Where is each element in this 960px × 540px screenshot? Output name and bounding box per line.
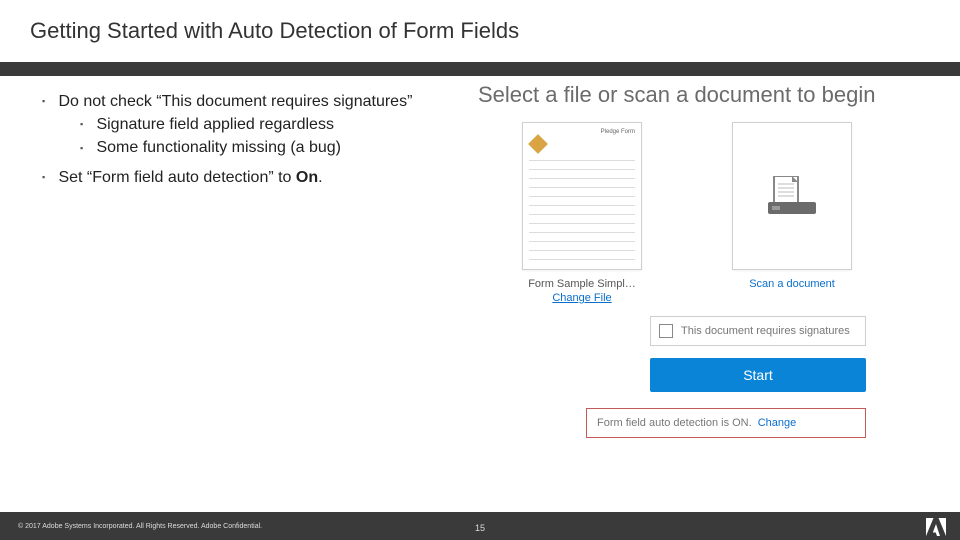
doc-badge-icon xyxy=(528,134,548,154)
scan-thumbnail xyxy=(732,122,852,270)
bullet-marker-icon: ▪ xyxy=(42,95,54,108)
panel-heading: Select a file or scan a document to begi… xyxy=(478,82,938,108)
bullet-marker-icon: ▪ xyxy=(42,171,54,184)
scan-card-label: Scan a document xyxy=(749,278,835,290)
bullet-1-text: Do not check “This document requires sig… xyxy=(58,93,412,110)
adobe-logo-icon xyxy=(926,518,946,536)
file-thumbnail: Pledge Form xyxy=(522,122,642,270)
bullet-marker-icon: ▪ xyxy=(80,118,92,131)
bullet-2-suffix: . xyxy=(318,169,322,186)
content-area: ▪ Do not check “This document requires s… xyxy=(0,76,960,512)
file-card[interactable]: Pledge Form Form Sample Simpl… Change Fi… xyxy=(512,122,652,304)
scanner-icon xyxy=(768,176,816,216)
bullet-marker-icon: ▪ xyxy=(80,142,92,155)
bullet-1-1-text: Signature field applied regardless xyxy=(96,116,333,133)
signatures-checkbox-label: This document requires signatures xyxy=(681,325,850,337)
auto-detect-change-link[interactable]: Change xyxy=(758,417,797,429)
footer-bar: © 2017 Adobe Systems Incorporated. All R… xyxy=(0,512,960,540)
doc-title: Pledge Form xyxy=(529,129,635,135)
change-file-link[interactable]: Change File xyxy=(552,292,611,304)
cards-row: Pledge Form Form Sample Simpl… Change Fi… xyxy=(512,122,938,304)
auto-detect-text: Form field auto detection is ON. xyxy=(597,417,752,429)
bullet-1-2: ▪ Some functionality missing (a bug) xyxy=(80,136,462,159)
page-number: 15 xyxy=(475,523,485,533)
screenshot-panel: Select a file or scan a document to begi… xyxy=(478,82,938,438)
bullet-1: ▪ Do not check “This document requires s… xyxy=(42,90,462,160)
title-band: Getting Started with Auto Detection of F… xyxy=(0,0,960,62)
separator-strip xyxy=(0,62,960,76)
slide-title: Getting Started with Auto Detection of F… xyxy=(30,18,519,44)
bullet-list: ▪ Do not check “This document requires s… xyxy=(42,90,462,195)
bullet-2-prefix: Set “Form field auto detection” to xyxy=(58,169,295,186)
start-button[interactable]: Start xyxy=(650,358,866,392)
bullet-2: ▪ Set “Form field auto detection” to On. xyxy=(42,166,462,189)
bullet-1-1: ▪ Signature field applied regardless xyxy=(80,113,462,136)
scan-card[interactable]: Scan a document xyxy=(722,122,862,304)
footer-copyright: © 2017 Adobe Systems Incorporated. All R… xyxy=(18,523,262,530)
checkbox-icon[interactable] xyxy=(659,324,673,338)
bullet-1-2-text: Some functionality missing (a bug) xyxy=(96,139,341,156)
bullet-2-bold: On xyxy=(296,169,318,186)
signatures-checkbox-row[interactable]: This document requires signatures xyxy=(650,316,866,346)
auto-detect-row: Form field auto detection is ON. Change xyxy=(586,408,866,438)
file-card-label: Form Sample Simpl… xyxy=(528,278,636,290)
